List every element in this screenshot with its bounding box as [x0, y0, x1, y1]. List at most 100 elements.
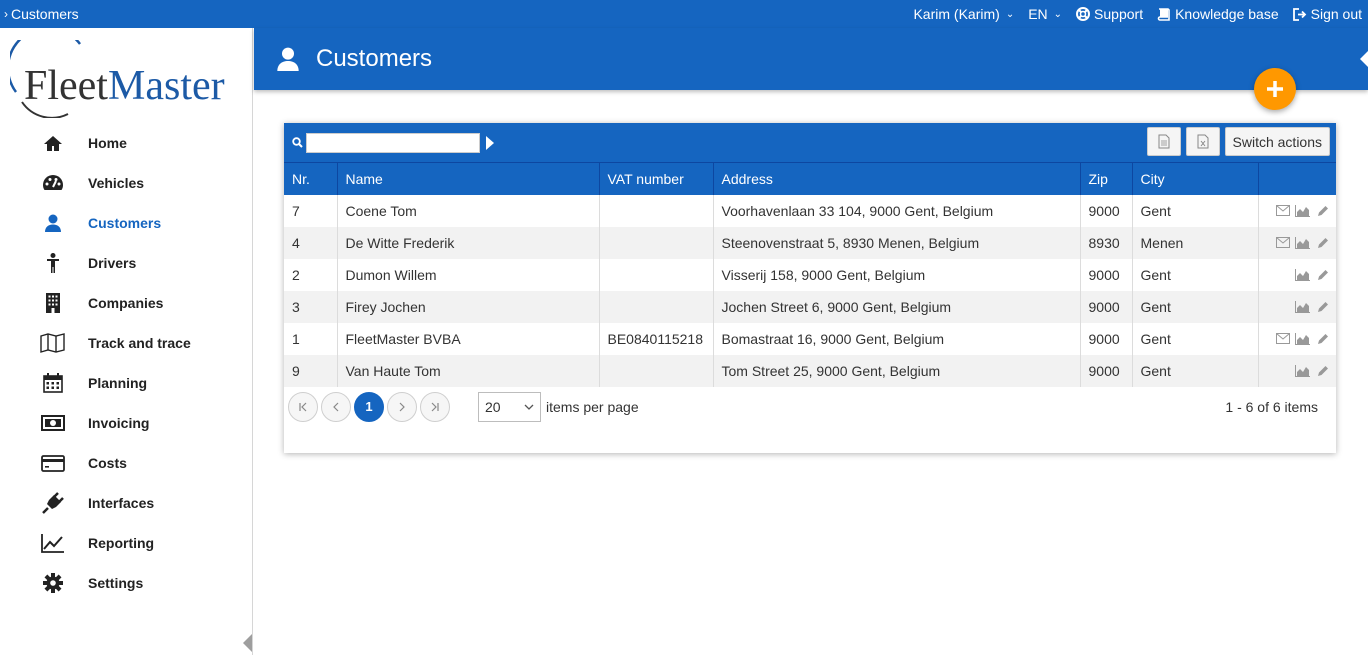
table-row[interactable]: 3 Firey Jochen Jochen Street 6, 9000 Gent,… [284, 290, 1336, 323]
sidebar: FleetMaster Home Vehicles Customers Driv… [0, 28, 253, 655]
breadcrumb-current[interactable]: Customers [11, 6, 79, 22]
table-row[interactable]: 2 Dumon Willem Visserij 158, 9000 Gent, Be… [284, 258, 1336, 291]
pencil-icon[interactable] [1315, 364, 1330, 378]
sidebar-item-label: Vehicles [88, 175, 145, 191]
cell-zip: 9000 [1079, 194, 1132, 227]
language-menu[interactable]: EN ⌄ [1028, 6, 1062, 22]
last-page-icon [430, 402, 440, 412]
column-header-city[interactable]: City [1131, 162, 1258, 195]
sidebar-item-settings[interactable]: Settings [0, 563, 253, 603]
cell-zip: 8930 [1079, 226, 1132, 259]
cell-address: Tom Street 25, 9000 Gent, Belgium [712, 354, 1080, 387]
sidebar-item-planning[interactable]: Planning [0, 363, 253, 403]
column-header-zip[interactable]: Zip [1079, 162, 1132, 195]
first-page-button[interactable] [288, 391, 318, 422]
chevron-left-icon [331, 402, 341, 412]
sidebar-item-label: Planning [88, 375, 148, 391]
sidebar-item-invoicing[interactable]: Invoicing [0, 403, 253, 443]
page-size-label: items per page [546, 398, 639, 415]
export-excel-button[interactable] [1185, 127, 1220, 156]
statistics-icon[interactable] [1295, 300, 1310, 314]
cell-name: Firey Jochen [336, 290, 599, 323]
column-header-name[interactable]: Name [336, 162, 599, 195]
pencil-icon[interactable] [1315, 236, 1330, 250]
email-icon[interactable] [1275, 236, 1290, 250]
cell-name: FleetMaster BVBA [336, 322, 599, 355]
page-size-select[interactable]: 20 [478, 391, 541, 422]
dashboard-icon [40, 172, 66, 194]
email-icon[interactable] [1275, 332, 1290, 346]
customers-table: Nr. Name VAT number Address Zip City 7 Co… [284, 162, 1336, 387]
chevron-right-icon [397, 402, 407, 412]
sidebar-item-track-and-trace[interactable]: Track and trace [0, 323, 253, 363]
sidebar-item-companies[interactable]: Companies [0, 283, 253, 323]
sign-out-icon [1292, 7, 1307, 21]
table-row[interactable]: 4 De Witte Frederik Steenovenstraat 5, 893… [284, 226, 1336, 259]
pencil-icon[interactable] [1315, 204, 1330, 218]
sidebar-collapse-toggle[interactable] [243, 634, 252, 652]
sidebar-item-interfaces[interactable]: Interfaces [0, 483, 253, 523]
customers-grid: Switch actions Nr. Name VAT number Addre… [284, 123, 1336, 453]
pencil-icon[interactable] [1315, 268, 1330, 282]
statistics-icon[interactable] [1295, 236, 1310, 250]
column-header-address[interactable]: Address [712, 162, 1080, 195]
add-customer-button[interactable] [1254, 68, 1296, 110]
person-icon [40, 252, 66, 274]
next-page-button[interactable] [387, 391, 417, 422]
statistics-icon[interactable] [1295, 204, 1310, 218]
pencil-icon[interactable] [1315, 332, 1330, 346]
logo-text-fleet: Fleet [24, 63, 108, 109]
calendar-icon [40, 372, 66, 394]
statistics-icon[interactable] [1295, 364, 1310, 378]
page-header: Customers [254, 28, 1368, 90]
sign-out-link[interactable]: Sign out [1292, 6, 1362, 22]
fleetmaster-logo[interactable]: FleetMaster [10, 40, 245, 118]
panel-toggle-icon[interactable] [1358, 48, 1368, 70]
statistics-icon[interactable] [1295, 268, 1310, 282]
search-submit-button[interactable] [486, 135, 494, 150]
sidebar-item-customers[interactable]: Customers [0, 203, 253, 243]
export-pdf-button[interactable] [1146, 127, 1181, 156]
chevron-down-icon: ⌄ [1005, 8, 1015, 20]
support-link[interactable]: Support [1076, 6, 1143, 22]
chevron-right-icon: › [4, 7, 8, 21]
cell-nr: 7 [292, 202, 300, 219]
pencil-icon[interactable] [1315, 300, 1330, 314]
cell-zip: 9000 [1079, 354, 1132, 387]
cell-vat [598, 194, 713, 227]
sidebar-item-drivers[interactable]: Drivers [0, 243, 253, 283]
cell-nr: 1 [292, 330, 300, 347]
email-icon[interactable] [1275, 204, 1290, 218]
prev-page-button[interactable] [321, 391, 351, 422]
statistics-icon[interactable] [1295, 332, 1310, 346]
money-icon [40, 412, 66, 434]
table-row[interactable]: 9 Van Haute Tom Tom Street 25, 9000 Gent, … [284, 354, 1336, 387]
page-button-current[interactable]: 1 [354, 391, 384, 422]
search-input[interactable] [306, 132, 480, 153]
last-page-button[interactable] [420, 391, 450, 422]
cell-actions [1257, 226, 1336, 259]
language-code: EN [1028, 6, 1048, 22]
table-row[interactable]: 1 FleetMaster BVBA BE0840115218 Bomastraat … [284, 322, 1336, 355]
sidebar-item-costs[interactable]: Costs [0, 443, 253, 483]
line-chart-icon [40, 532, 66, 554]
user-name: Karim (Karim) [913, 6, 1000, 22]
table-row[interactable]: 7 Coene Tom Voorhavenlaan 33 104, 9000 Gen… [284, 194, 1336, 227]
cell-address: Bomastraat 16, 9000 Gent, Belgium [712, 322, 1080, 355]
user-icon [276, 47, 300, 71]
cell-nr: 4 [284, 226, 337, 259]
sidebar-item-reporting[interactable]: Reporting [0, 523, 253, 563]
book-icon [1157, 7, 1171, 21]
cell-city: Gent [1131, 290, 1258, 323]
knowledge-base-link[interactable]: Knowledge base [1157, 6, 1279, 22]
column-header-nr[interactable]: Nr. [284, 162, 337, 195]
column-header-vat[interactable]: VAT number [598, 162, 713, 195]
user-menu[interactable]: Karim (Karim) ⌄ [913, 6, 1014, 22]
cell-vat: BE0840115218 [598, 322, 713, 355]
main-nav: Home Vehicles Customers Drivers Companie… [0, 123, 253, 603]
cell-city: Gent [1131, 258, 1258, 291]
home-icon [40, 132, 66, 154]
sidebar-item-vehicles[interactable]: Vehicles [0, 163, 253, 203]
sidebar-item-home[interactable]: Home [0, 123, 253, 163]
switch-actions-button[interactable]: Switch actions [1224, 127, 1330, 156]
